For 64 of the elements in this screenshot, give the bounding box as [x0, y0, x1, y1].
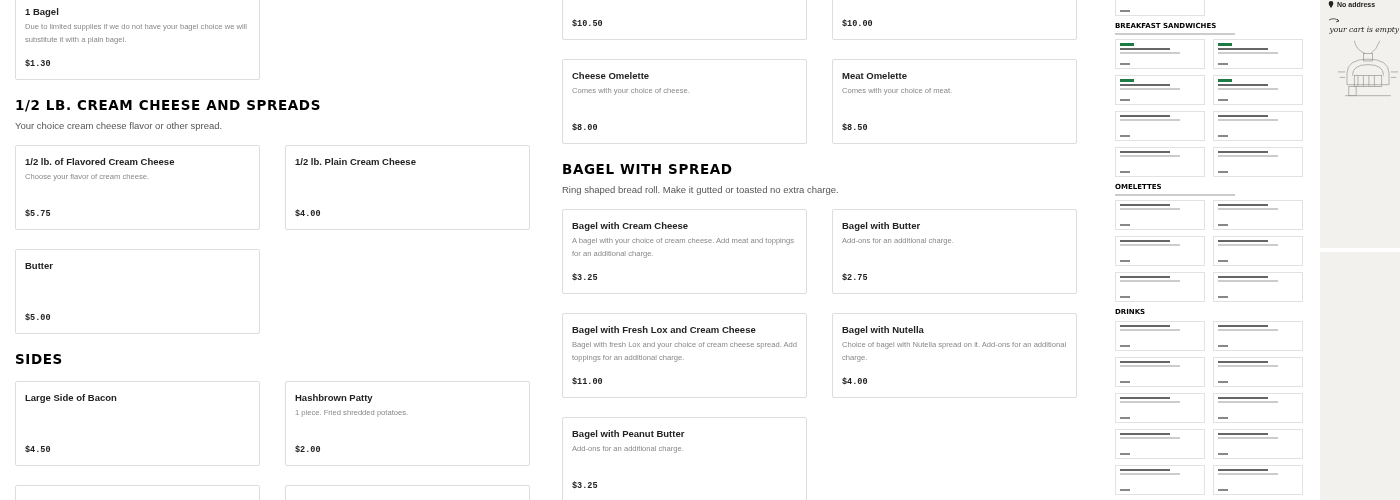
preview-card[interactable]	[1115, 39, 1205, 69]
preview-card[interactable]	[1115, 357, 1205, 387]
menu-item-card[interactable]: Large Side of Bacon $4.50	[15, 381, 260, 466]
item-price: $11.00	[572, 376, 603, 388]
menu-item-card[interactable]: $10.50	[562, 0, 807, 40]
preview-card[interactable]	[1115, 236, 1205, 266]
item-price: $8.00	[572, 122, 598, 134]
preview-card[interactable]	[1115, 465, 1205, 495]
preview-card[interactable]	[1213, 357, 1303, 387]
preview-card[interactable]	[1115, 75, 1205, 105]
menu-item-card[interactable]: Butter $5.00	[15, 249, 260, 334]
item-price: $2.75	[842, 272, 868, 284]
preview-card[interactable]	[1115, 393, 1205, 423]
item-price: $10.50	[572, 18, 603, 30]
preview-card[interactable]	[1115, 147, 1205, 177]
item-price: $4.00	[295, 208, 321, 220]
item-price: $1.30	[25, 58, 51, 70]
item-price: $2.00	[295, 444, 321, 456]
curved-arrow-icon	[1327, 17, 1342, 25]
item-price: $8.50	[842, 122, 868, 134]
preview-card[interactable]	[1115, 429, 1205, 459]
preview-card[interactable]	[1213, 272, 1303, 302]
preview-card[interactable]	[1213, 111, 1303, 141]
item-title: Meat Omelette	[842, 69, 908, 83]
item-title: Bagel with Fresh Lox and Cream Cheese	[572, 323, 757, 337]
section-subtitle: Your choice cream cheese flavor or other spread.	[15, 119, 223, 133]
item-title: Bagel with Cream Cheese	[572, 219, 690, 233]
preview-card[interactable]	[1213, 393, 1303, 423]
preview-card[interactable]	[1213, 465, 1303, 495]
preview-card[interactable]	[1213, 75, 1303, 105]
item-title: Bagel with Nutella	[842, 323, 925, 337]
item-title: 1/2 lb. Plain Cream Cheese	[295, 155, 417, 169]
preview-card[interactable]	[1213, 321, 1303, 351]
item-title: Hashbrown Patty	[295, 391, 374, 405]
preview-card[interactable]	[1115, 321, 1205, 351]
item-title: 1 Bagel	[25, 5, 60, 19]
item-title: 1/2 lb. of Flavored Cream Cheese	[25, 155, 176, 169]
item-title: Butter	[25, 259, 54, 273]
preview-card[interactable]	[1213, 429, 1303, 459]
item-price: $3.25	[572, 272, 598, 284]
preview-card[interactable]	[1213, 147, 1303, 177]
item-price: $5.75	[25, 208, 51, 220]
item-price: $5.00	[25, 312, 51, 324]
preview-card[interactable]	[1115, 272, 1205, 302]
item-title: Large Side of Bacon	[25, 391, 118, 405]
item-title: Cheese Omelette	[572, 69, 651, 83]
item-title: Bagel with Peanut Butter	[572, 427, 686, 441]
menu-item-card[interactable]: 1/2 lb. Plain Cream Cheese $4.00	[285, 145, 530, 230]
item-price: $4.00	[842, 376, 868, 388]
section-subtitle: Ring shaped bread roll. Make it gutted or toasted no extra charge.	[562, 183, 839, 197]
preview-card[interactable]	[1213, 200, 1303, 230]
section-heading: BAGEL WITH SPREAD	[562, 160, 733, 179]
menu-item-card[interactable]: $10.00	[832, 0, 1077, 40]
section-heading: 1/2 LB. CREAM CHEESE AND SPREADS	[15, 96, 321, 115]
section-heading: SIDES	[15, 350, 63, 369]
item-title: Bagel with Butter	[842, 219, 922, 233]
item-price: $4.50	[25, 444, 51, 456]
location-pin-icon	[1328, 1, 1334, 8]
preview-card[interactable]	[1213, 39, 1303, 69]
preview-card[interactable]	[1115, 200, 1205, 230]
item-price: $10.00	[842, 18, 873, 30]
preview-card[interactable]	[1213, 236, 1303, 266]
preview-card[interactable]	[1115, 111, 1205, 141]
item-price: $3.25	[572, 480, 598, 492]
